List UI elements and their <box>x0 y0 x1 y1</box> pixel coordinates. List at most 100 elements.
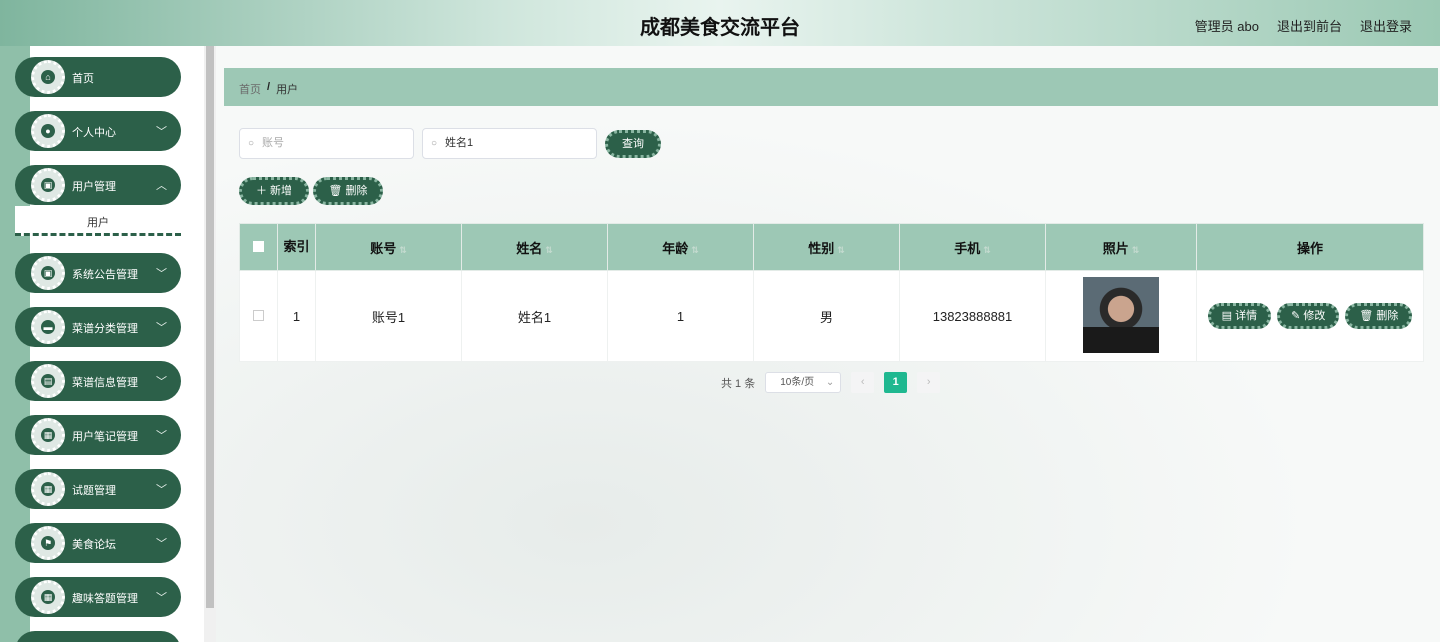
col-phone[interactable]: 手机 ⇅ <box>899 223 1046 271</box>
document-icon: ▤ <box>31 364 65 398</box>
col-actions: 操作 <box>1196 223 1424 271</box>
submenu-label: 用户 <box>87 217 109 229</box>
cell-gender: 男 <box>753 270 900 362</box>
chevron-down-icon: ﹀ <box>156 484 167 496</box>
total-count: 共 1 条 <box>721 377 756 390</box>
trash-icon: 🗑 <box>328 185 343 197</box>
breadcrumb-current: 用户 <box>276 84 299 96</box>
cell-actions: ▤ 详情 ✎ 修改 🗑 删除 <box>1196 270 1424 362</box>
col-age[interactable]: 年龄 ⇅ <box>607 223 754 271</box>
page-size-select[interactable]: 10条/页 ⌄ <box>765 372 842 393</box>
to-front-link[interactable]: 退出到前台 <box>1277 16 1342 35</box>
sidebar-item-recipe-category[interactable]: ▬ 菜谱分类管理 ﹀ <box>15 307 181 347</box>
admin-name: 管理员 abo <box>1194 19 1259 34</box>
scrollbar-thumb[interactable] <box>206 46 214 608</box>
logout-link[interactable]: 退出登录 <box>1360 16 1412 35</box>
grid-icon: ▦ <box>31 418 65 452</box>
sidebar-item-label: 用户笔记管理 <box>72 431 138 443</box>
sidebar-item-personal[interactable]: ● 个人中心 ﹀ <box>15 111 181 151</box>
batch-delete-button[interactable]: 🗑 删除 <box>313 177 383 205</box>
grid-icon: ▦ <box>31 580 65 614</box>
sidebar-item-label: 菜谱信息管理 <box>72 377 138 389</box>
next-page-button[interactable]: › <box>917 372 941 393</box>
chevron-down-icon: ⌄ <box>825 377 835 388</box>
col-photo[interactable]: 照片 ⇅ <box>1045 223 1197 271</box>
grid-icon: ▦ <box>31 472 65 506</box>
query-button[interactable]: 查询 <box>605 130 661 158</box>
cell-account: 账号1 <box>315 270 462 362</box>
sidebar-item-forum[interactable]: ⚑ 美食论坛 ﹀ <box>15 523 181 563</box>
header-actions: 管理员 abo 退出到前台 退出登录 <box>1195 16 1412 35</box>
delete-button[interactable]: 🗑 删除 <box>1345 303 1413 329</box>
cell-photo <box>1045 270 1197 362</box>
sidebar-item-label: 菜谱分类管理 <box>72 323 138 335</box>
table-header-row: 索引 账号 ⇅ 姓名 ⇅ 年龄 ⇅ 性别 ⇅ 手机 ⇅ 照片 ⇅ 操作 <box>239 223 1424 271</box>
sidebar-item-quiz[interactable]: ▦ 趣味答题管理 ﹀ <box>15 577 181 617</box>
cell-age: 1 <box>607 270 754 362</box>
account-placeholder: 账号 <box>262 137 284 149</box>
sidebar-item-label: 首页 <box>72 73 94 85</box>
chevron-down-icon: ﹀ <box>156 126 167 138</box>
sort-icon: ⇅ <box>1131 244 1140 255</box>
sidebar-item-label: 趣味答题管理 <box>72 593 138 605</box>
breadcrumb: 首页 / 用户 <box>224 68 1438 106</box>
sort-icon: ⇅ <box>983 244 991 255</box>
clipboard-icon: ▣ <box>31 168 65 202</box>
chevron-down-icon: ﹀ <box>156 538 167 550</box>
cell-name: 姓名1 <box>461 270 608 362</box>
sort-icon: ⇅ <box>691 244 699 255</box>
sidebar-item-user-manage[interactable]: ▣ 用户管理 ︿ <box>15 165 181 205</box>
search-icon: ○ <box>431 138 438 149</box>
col-account[interactable]: 账号 ⇅ <box>315 223 462 271</box>
breadcrumb-separator: / <box>267 81 271 93</box>
sidebar-item-more[interactable] <box>15 631 181 642</box>
user-photo <box>1083 276 1159 353</box>
home-icon: ⌂ <box>31 60 65 94</box>
sidebar-scrollbar[interactable] <box>204 46 216 642</box>
detail-button[interactable]: ▤ 详情 <box>1207 303 1272 329</box>
sort-icon: ⇅ <box>545 244 553 255</box>
sidebar-item-label: 美食论坛 <box>72 539 116 551</box>
cell-phone: 13823888881 <box>899 270 1046 362</box>
sidebar-item-recipe-info[interactable]: ▤ 菜谱信息管理 ﹀ <box>15 361 181 401</box>
chevron-down-icon: ﹀ <box>156 376 167 388</box>
sidebar-item-label: 个人中心 <box>72 127 116 139</box>
account-search-input[interactable]: ○ 账号 <box>239 128 414 159</box>
sidebar-item-notice[interactable]: ▣ 系统公告管理 ﹀ <box>15 253 181 293</box>
select-all-cell[interactable] <box>239 223 278 271</box>
chevron-down-icon: ﹀ <box>156 592 167 604</box>
pagination: 共 1 条 10条/页 ⌄ ‹ 1 › <box>721 372 941 393</box>
document-icon: ▤ <box>1221 310 1233 322</box>
chevron-down-icon: ﹀ <box>156 430 167 442</box>
user-table: 索引 账号 ⇅ 姓名 ⇅ 年龄 ⇅ 性别 ⇅ 手机 ⇅ 照片 ⇅ 操作 1 账号1 姓名1 … <box>239 223 1424 362</box>
search-icon: ○ <box>248 138 255 149</box>
pencil-icon: ✎ <box>1291 310 1301 322</box>
top-header: 成都美食交流平台 管理员 abo 退出到前台 退出登录 <box>0 0 1440 46</box>
col-name[interactable]: 姓名 ⇅ <box>461 223 608 271</box>
col-index: 索引 <box>277 223 316 271</box>
clipboard-icon: ▣ <box>31 256 65 290</box>
sidebar-item-home[interactable]: ⌂ 首页 <box>15 57 181 97</box>
add-button[interactable]: ＋ 新增 <box>239 177 309 205</box>
sort-icon: ⇅ <box>837 244 845 255</box>
sidebar-item-questions[interactable]: ▦ 试题管理 ﹀ <box>15 469 181 509</box>
col-gender[interactable]: 性别 ⇅ <box>753 223 900 271</box>
page-number[interactable]: 1 <box>884 372 908 393</box>
chevron-up-icon: ︿ <box>156 180 167 192</box>
trash-icon: 🗑 <box>1359 310 1374 322</box>
chevron-down-icon: ﹀ <box>156 268 167 280</box>
breadcrumb-home[interactable]: 首页 <box>239 81 261 97</box>
sidebar-item-label: 系统公告管理 <box>72 269 138 281</box>
select-all-checkbox[interactable] <box>253 240 264 252</box>
cell-index: 1 <box>277 270 316 362</box>
name-search-input[interactable]: ○ 姓名1 <box>422 128 597 159</box>
sidebar-item-user-notes[interactable]: ▦ 用户笔记管理 ﹀ <box>15 415 181 455</box>
briefcase-icon: ▬ <box>31 310 65 344</box>
name-value: 姓名1 <box>445 137 474 149</box>
row-checkbox[interactable] <box>253 309 264 321</box>
submenu-item-user[interactable]: 用户 <box>15 206 181 236</box>
sort-icon: ⇅ <box>399 244 407 255</box>
row-checkbox-cell[interactable] <box>239 270 278 362</box>
prev-page-button[interactable]: ‹ <box>851 372 875 393</box>
edit-button[interactable]: ✎ 修改 <box>1277 303 1340 329</box>
